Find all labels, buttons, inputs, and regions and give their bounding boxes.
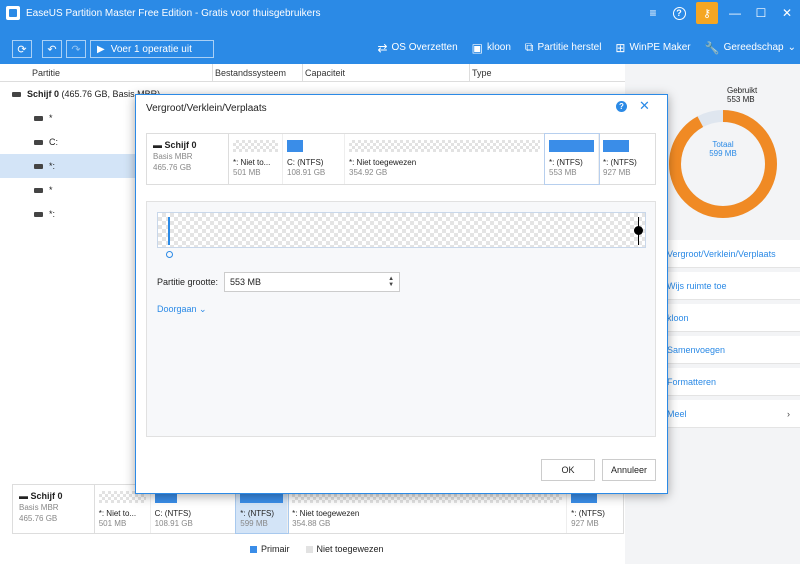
- help-icon[interactable]: ?: [616, 101, 627, 112]
- col-filesystem[interactable]: Bestandssysteem: [213, 63, 303, 82]
- migrate-os-button[interactable]: ⇄ OS Overzetten: [377, 41, 457, 55]
- partition-recovery-button[interactable]: ⧉ Partitie herstel: [525, 40, 602, 55]
- drive-icon: [34, 139, 43, 145]
- chevron-down-icon: ⌄: [787, 42, 796, 53]
- advanced-toggle[interactable]: Doorgaan ⌄: [157, 304, 207, 315]
- partition-size-row: Partitie grootte: 553 MB ▲ ▼: [157, 272, 401, 292]
- op-allocate-space[interactable]: Wijs ruimte toe: [663, 272, 800, 300]
- cancel-button[interactable]: Annuleer: [602, 459, 656, 481]
- disk-label: Schijf 0: [27, 89, 60, 99]
- legend-unallocated: Niet toegewezen: [305, 544, 384, 554]
- dialog-partition[interactable]: C: (NTFS) 108.91 GB: [283, 134, 345, 184]
- close-button[interactable]: ✕: [774, 0, 800, 26]
- dialog-body: Partitie grootte: 553 MB ▲ ▼ Doorgaan ⌄: [146, 201, 656, 437]
- app-logo-icon: [6, 6, 20, 20]
- dialog-partition[interactable]: *: (NTFS) 927 MB: [599, 134, 651, 184]
- hdd-icon: ▬: [153, 140, 162, 150]
- recovery-icon: ⧉: [524, 40, 534, 54]
- hdd-icon: ▬: [19, 491, 28, 501]
- play-icon: ▶: [97, 43, 105, 55]
- col-type[interactable]: Type: [470, 64, 625, 82]
- tools-menu[interactable]: 🔧 Gereedschap ⌄: [705, 41, 796, 55]
- title-bar: EaseUS Partition Master Free Edition - G…: [0, 0, 800, 26]
- drive-icon: [34, 211, 43, 217]
- apply-operations-label: Voer 1 operatie uit: [110, 43, 192, 55]
- dialog-disk-info: ▬ Schijf 0 Basis MBR 465.76 GB: [147, 134, 229, 184]
- maximize-button[interactable]: ☐: [748, 0, 774, 26]
- op-format[interactable]: Formatteren: [663, 368, 800, 396]
- winpe-maker-button[interactable]: ⊞ WinPE Maker: [615, 41, 690, 55]
- wrench-icon: 🔧: [704, 40, 720, 55]
- dialog-disk-map: ▬ Schijf 0 Basis MBR 465.76 GB *: Niet t…: [146, 133, 656, 185]
- apply-operations-button[interactable]: ▶ Voer 1 operatie uit: [90, 40, 214, 58]
- usage-donut: [669, 110, 777, 218]
- op-merge[interactable]: Samenvoegen: [663, 336, 800, 364]
- minimize-button[interactable]: —: [722, 0, 748, 26]
- op-clone[interactable]: kloon: [663, 304, 800, 332]
- window-title: EaseUS Partition Master Free Edition - G…: [26, 7, 321, 19]
- table-header: Partitie Bestandssysteem Capaciteit Type: [0, 63, 625, 82]
- menu-icon[interactable]: ≡: [640, 0, 666, 26]
- help-icon[interactable]: ?: [666, 0, 692, 26]
- right-handle[interactable]: [634, 226, 643, 235]
- dialog-partition[interactable]: *: Niet to... 501 MB: [229, 134, 283, 184]
- refresh-icon: ⟳: [17, 43, 27, 56]
- total-label: Totaal 599 MB: [709, 140, 737, 158]
- chevron-right-icon: ›: [787, 408, 790, 419]
- col-capacity[interactable]: Capaciteit: [303, 63, 470, 82]
- chevron-down-icon: ⌄: [199, 304, 207, 314]
- spinner-icon[interactable]: ▲ ▼: [388, 276, 394, 288]
- migrate-icon: ⇄: [377, 40, 388, 55]
- undo-icon: ↶: [47, 43, 57, 56]
- legend-primary: Primair: [250, 544, 290, 554]
- clone-icon: ▣: [471, 40, 484, 55]
- drive-icon: [34, 163, 43, 169]
- used-label: Gebruikt 553 MB: [727, 86, 758, 104]
- refresh-button[interactable]: ⟳: [12, 40, 32, 58]
- partition-size-slider[interactable]: [157, 212, 646, 248]
- windows-icon: ⊞: [615, 40, 626, 55]
- toolbar: ⟳ ↶ ↷ ▶ Voer 1 operatie uit ⇄ OS Overzett…: [0, 26, 800, 64]
- close-icon[interactable]: ✕: [639, 98, 650, 114]
- key-icon[interactable]: ⚷: [696, 2, 718, 24]
- col-partition[interactable]: Partitie: [0, 63, 213, 82]
- drive-icon: [34, 115, 43, 121]
- clone-button[interactable]: ▣ kloon: [472, 41, 511, 55]
- dialog-partition-selected[interactable]: *: (NTFS) 553 MB: [544, 133, 600, 185]
- op-more[interactable]: Meel ›: [663, 400, 800, 428]
- partition-size-input[interactable]: 553 MB ▲ ▼: [224, 272, 401, 292]
- op-resize-move[interactable]: Vergroot/Verklein/Verplaats: [663, 240, 800, 268]
- drive-icon: [34, 187, 43, 193]
- ok-button[interactable]: OK: [541, 459, 595, 481]
- position-marker-icon[interactable]: [166, 251, 173, 258]
- operations-list: Vergroot/Verklein/Verplaats Wijs ruimte …: [663, 240, 800, 432]
- redo-button[interactable]: ↷: [66, 40, 86, 58]
- partition-size-label: Partitie grootte:: [157, 277, 219, 287]
- legend: Primair Niet toegewezen: [250, 544, 384, 554]
- redo-icon: ↷: [71, 43, 81, 56]
- dialog-partition[interactable]: *: Niet toegewezen 354.92 GB: [345, 134, 545, 184]
- dialog-title: Vergroot/Verklein/Verplaats: [146, 103, 267, 114]
- disk-icon: [12, 91, 21, 97]
- resize-move-dialog: Vergroot/Verklein/Verplaats ? ✕ ▬ Schijf…: [135, 94, 668, 494]
- disk-info[interactable]: ▬ Schijf 0 Basis MBR 465.76 GB: [13, 485, 95, 533]
- left-handle[interactable]: [168, 217, 170, 245]
- undo-button[interactable]: ↶: [42, 40, 62, 58]
